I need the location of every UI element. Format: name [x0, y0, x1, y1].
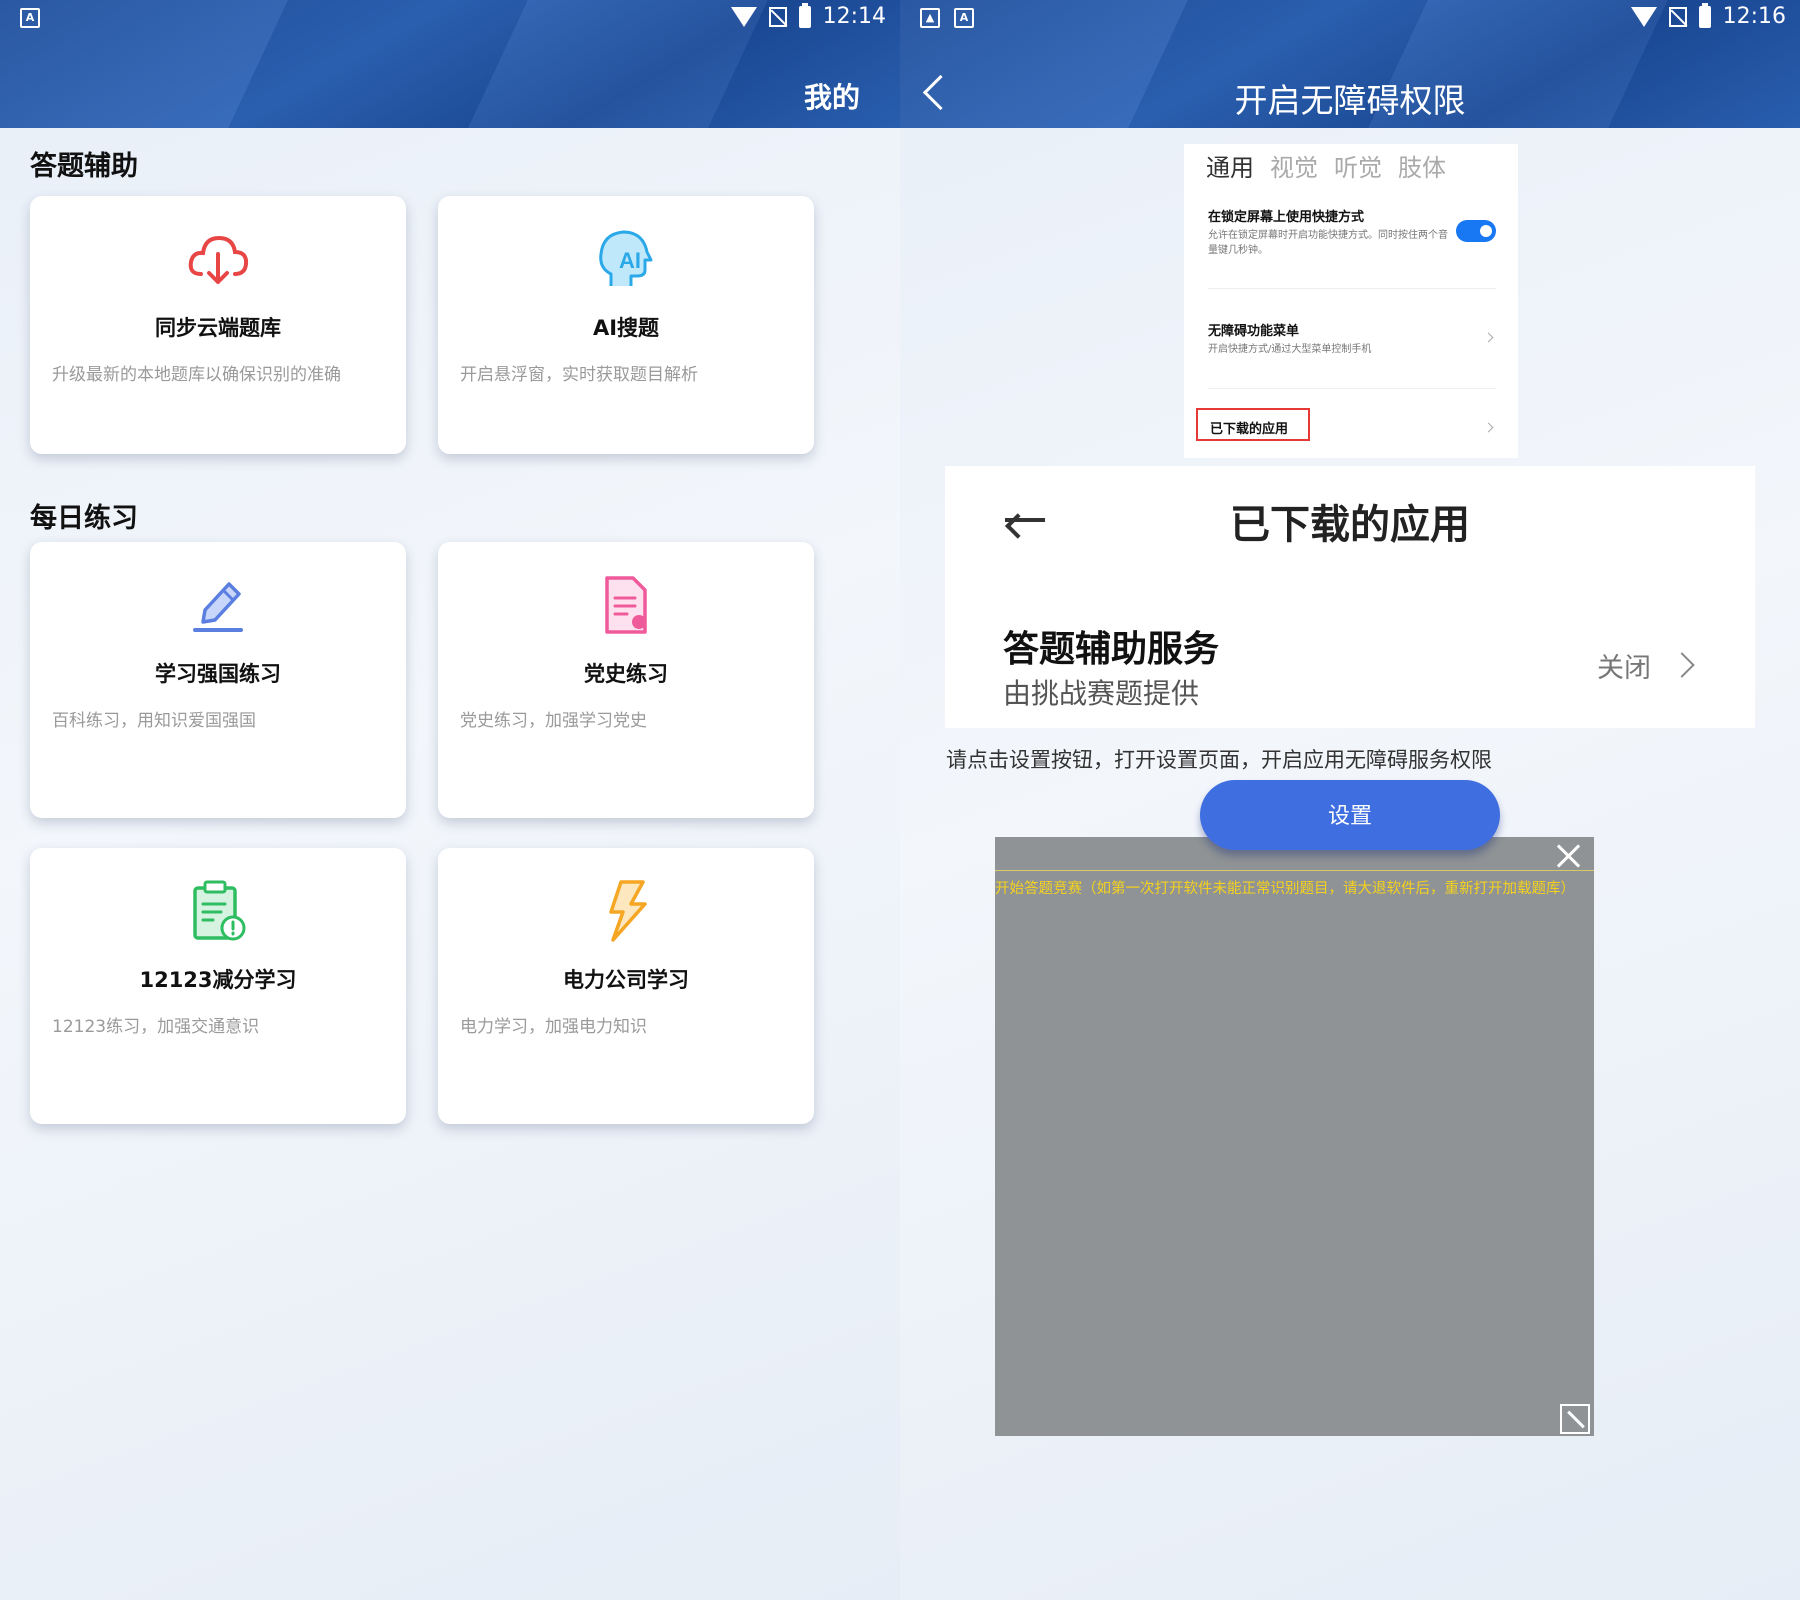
accessibility-menu-row: 无障碍功能菜单 开启快捷方式/通过大型菜单控制手机: [1208, 320, 1496, 357]
row-desc: 允许在锁定屏幕时开启功能快捷方式。同时按住两个音量键几秒钟。: [1208, 230, 1448, 256]
card-title: AI搜题: [592, 316, 660, 340]
card-desc: 党史练习，加强学习党史: [460, 711, 647, 731]
mine-tab[interactable]: 我的: [804, 76, 860, 116]
battery-icon: [1698, 2, 1711, 28]
document-icon: [605, 576, 647, 634]
lightning-icon: [609, 880, 647, 942]
card-title: 12123减分学习: [139, 968, 297, 992]
close-icon[interactable]: [1554, 841, 1582, 869]
downloaded-apps-highlight: 已下载的应用: [1196, 408, 1310, 441]
lockscreen-shortcut-row: 在锁定屏幕上使用快捷方式 允许在锁定屏幕时开启功能快捷方式。同时按住两个音量键几…: [1208, 206, 1496, 258]
card-desc: 电力学习，加强电力知识: [460, 1017, 647, 1037]
row-desc: 开启快捷方式/通过大型菜单控制手机: [1208, 344, 1372, 355]
service-name: 答题辅助服务: [1003, 629, 1220, 670]
toggle-switch: [1456, 220, 1496, 242]
panel-title: 已下载的应用: [1230, 502, 1470, 548]
card-title: 学习强国练习: [155, 662, 281, 686]
pen-edit-icon: [193, 582, 243, 632]
card-sync-cloud[interactable]: 同步云端题库 升级最新的本地题库以确保识别的准确: [30, 196, 406, 454]
card-desc: 开启悬浮窗，实时获取题目解析: [460, 365, 698, 385]
card-party-history[interactable]: 党史练习 党史练习，加强学习党史: [438, 542, 814, 818]
status-time: 12:14: [822, 4, 886, 29]
notification-a-icon: A: [20, 8, 40, 28]
card-title: 电力公司学习: [563, 968, 689, 992]
notification-image-icon: ▲: [920, 8, 940, 28]
card-xuexi-qiangguo[interactable]: 学习强国练习 百科练习，用知识爱国强国: [30, 542, 406, 818]
section-title-assist: 答题辅助: [30, 151, 138, 182]
clipboard-alert-icon: [193, 880, 246, 941]
status-bar: A 12:14: [0, 0, 900, 36]
battery-icon: [798, 2, 811, 28]
instruction-text: 请点击设置按钮，打开设置页面，开启应用无障碍服务权限: [946, 748, 1492, 772]
wifi-icon: [1630, 6, 1657, 27]
no-sim-icon: [1668, 6, 1687, 27]
divider: [1208, 388, 1496, 389]
card-12123[interactable]: 12123减分学习 12123练习，加强交通意识: [30, 848, 406, 1124]
downloaded-apps-preview: 已下载的应用 答题辅助服务 由挑战赛题提供 关闭: [945, 466, 1755, 728]
settings-preview-image: 通用 视觉 听觉 肢体 在锁定屏幕上使用快捷方式 允许在锁定屏幕时开启功能快捷方…: [1184, 144, 1518, 458]
settings-tabs: 通用 视觉 听觉 肢体: [1206, 148, 1446, 183]
card-desc: 百科练习，用知识爱国强国: [52, 711, 256, 731]
divider: [995, 870, 1594, 871]
status-time: 12:16: [1722, 4, 1786, 29]
resize-icon[interactable]: [1560, 1404, 1590, 1434]
ai-head-icon: AI: [599, 230, 653, 286]
status-bar: ▲ A 12:16: [900, 0, 1800, 36]
tab-physical: 肢体: [1398, 154, 1446, 182]
row-title: 在锁定屏幕上使用快捷方式: [1208, 210, 1365, 225]
card-title: 同步云端题库: [155, 316, 281, 340]
page-title: 开启无障碍权限: [1234, 81, 1466, 120]
cloud-download-icon: [188, 235, 249, 284]
chevron-right-icon: [1483, 422, 1494, 433]
card-desc: 升级最新的本地题库以确保识别的准确: [52, 365, 341, 385]
card-ai-search[interactable]: AI AI搜题 开启悬浮窗，实时获取题目解析: [438, 196, 814, 454]
floating-window-message: 开始答题竞赛（如第一次打开软件未能正常识别题目，请大退软件后，重新打开加载题库）: [995, 881, 1575, 897]
card-desc: 12123练习，加强交通意识: [52, 1017, 260, 1037]
svg-text:AI: AI: [619, 248, 641, 273]
card-power-company[interactable]: 电力公司学习 电力学习，加强电力知识: [438, 848, 814, 1124]
no-sim-icon: [768, 6, 787, 27]
section-title-daily: 每日练习: [30, 503, 138, 534]
row-title: 无障碍功能菜单: [1208, 324, 1300, 339]
notification-a-icon: A: [954, 8, 974, 28]
chevron-right-icon: [1669, 652, 1695, 678]
wifi-icon: [730, 6, 757, 27]
card-title: 党史练习: [584, 662, 668, 686]
right-screen: ▲ A 12:16 开启无障碍权限 通用 视觉 听觉 肢体 在锁定屏幕上使用快捷…: [900, 0, 1800, 1600]
divider: [1208, 288, 1496, 289]
service-status: 关闭: [1597, 653, 1651, 684]
tab-general: 通用: [1206, 154, 1254, 182]
settings-button[interactable]: 设置: [1200, 780, 1500, 850]
tab-hearing: 听觉: [1334, 154, 1382, 182]
tab-vision: 视觉: [1270, 154, 1318, 182]
floating-window[interactable]: 开始答题竞赛（如第一次打开软件未能正常识别题目，请大退软件后，重新打开加载题库）: [995, 837, 1594, 1436]
left-screen: A 12:14 我的 答题辅助 同步云端题库 升级最新的本地题库以确保识别的准确…: [0, 0, 900, 1600]
service-subtitle: 由挑战赛题提供: [1003, 677, 1200, 710]
